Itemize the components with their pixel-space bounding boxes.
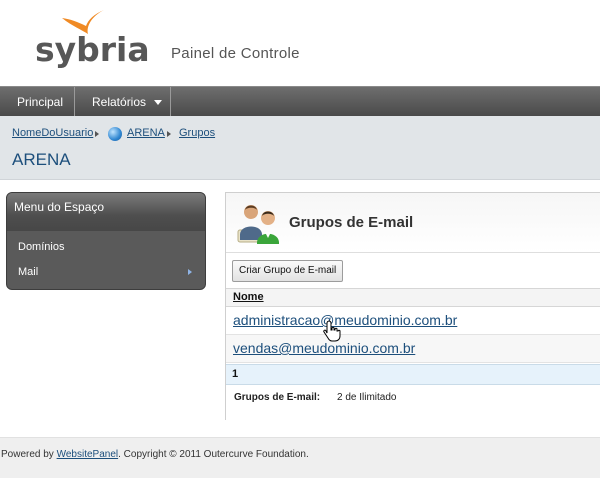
- breadcrumb-band: NomeDoUsuario ARENA Grupos: [0, 116, 600, 180]
- sort-by-name-header[interactable]: Nome: [233, 291, 264, 303]
- content-panel: Grupos de E-mail Criar Grupo de E-mail N…: [225, 192, 600, 420]
- globe-icon: [108, 127, 122, 141]
- summary-label: Grupos de E-mail:: [234, 392, 321, 403]
- chevron-down-icon: [154, 100, 163, 106]
- users-group-icon: [237, 205, 279, 244]
- breadcrumb-arrow-icon: [167, 131, 171, 137]
- footer-copyright: . Copyright © 2011 Outercurve Foundation…: [118, 449, 309, 460]
- hand-pointer-cursor-icon: [323, 320, 341, 342]
- breadcrumb-item-user[interactable]: NomeDoUsuario: [12, 127, 93, 139]
- pager-page-number[interactable]: 1: [232, 368, 238, 380]
- page-title: ARENA: [12, 150, 71, 169]
- summary-value: 2 de Ilimitado: [337, 392, 397, 403]
- nav-separator: [74, 87, 75, 117]
- footer: Powered by WebsitePanel. Copyright © 201…: [0, 437, 600, 478]
- group-link-vendas[interactable]: vendas@meudominio.com.br: [233, 340, 415, 356]
- space-menu-header: Menu do Espaço: [7, 193, 205, 231]
- breadcrumb-item-space[interactable]: ARENA: [127, 127, 165, 139]
- app-root: sybria Painel de Controle Principal Rela…: [0, 0, 600, 478]
- breadcrumb-item-groups[interactable]: Grupos: [179, 127, 215, 139]
- content-title: Grupos de E-mail: [289, 214, 414, 231]
- content-header: Grupos de E-mail: [226, 193, 600, 253]
- table-row: vendas@meudominio.com.br: [226, 335, 600, 363]
- top-navbar: Principal Relatórios: [0, 86, 600, 117]
- logo[interactable]: sybria: [35, 30, 150, 69]
- table-row: administracao@meudominio.com.br: [226, 307, 600, 335]
- breadcrumb-arrow-icon: [95, 131, 99, 137]
- table-header: Nome: [226, 288, 600, 307]
- space-menu: Menu do Espaço Domínios Mail: [6, 192, 206, 290]
- nav-item-label: Principal: [17, 95, 64, 109]
- nav-item-principal[interactable]: Principal: [17, 87, 63, 117]
- panel-title: Painel de Controle: [171, 45, 300, 62]
- create-email-group-button[interactable]: Criar Grupo de E-mail: [232, 260, 344, 282]
- footer-websitepanel-link[interactable]: WebsitePanel: [57, 449, 119, 460]
- menu-item-mail[interactable]: Mail: [18, 266, 38, 278]
- nav-item-label: Relatórios: [92, 95, 147, 109]
- header: sybria Painel de Controle: [0, 0, 600, 86]
- pager: 1: [226, 364, 600, 385]
- menu-item-dominios[interactable]: Domínios: [18, 241, 64, 253]
- space-menu-title: Menu do Espaço: [14, 200, 105, 214]
- nav-separator: [170, 87, 171, 117]
- chevron-right-icon: [188, 269, 192, 275]
- footer-text: Powered by WebsitePanel. Copyright © 201…: [1, 449, 309, 460]
- group-link-administracao[interactable]: administracao@meudominio.com.br: [233, 312, 457, 328]
- nav-item-relatorios[interactable]: Relatórios: [92, 87, 163, 117]
- footer-prefix: Powered by: [1, 449, 57, 460]
